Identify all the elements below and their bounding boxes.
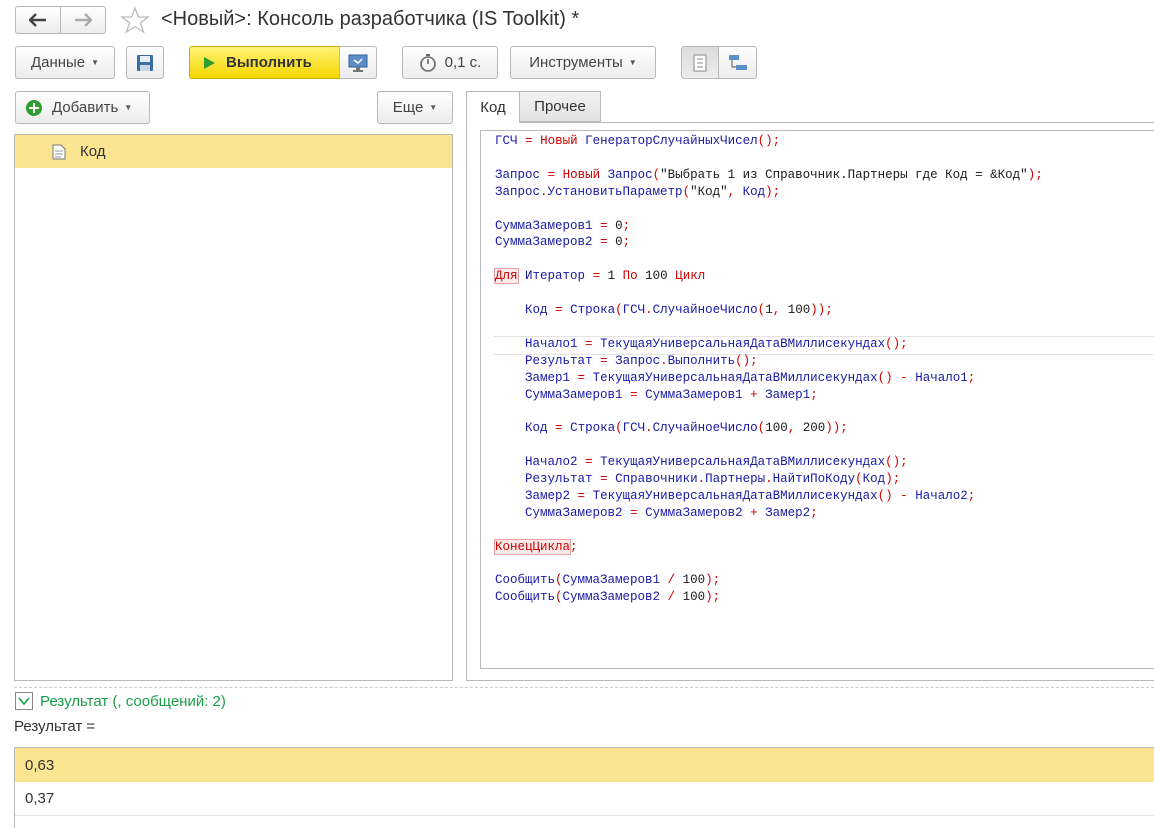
view-structure-button[interactable] bbox=[718, 46, 757, 79]
add-button[interactable]: Добавить ▼ bbox=[15, 91, 150, 124]
code-line: СуммаЗамеров2 = СуммаЗамеров2 + Замер2; bbox=[525, 505, 818, 520]
tab-code[interactable]: Код bbox=[466, 91, 520, 123]
code-line: Сообщить(СуммаЗамеров1 / 100); bbox=[495, 573, 721, 588]
tab-code-label: Код bbox=[480, 99, 506, 116]
tree-item[interactable]: Код bbox=[15, 135, 452, 168]
back-button[interactable] bbox=[15, 6, 61, 34]
tree-view-icon bbox=[693, 54, 707, 71]
tab-other-label: Прочее bbox=[534, 98, 586, 115]
document-icon bbox=[52, 144, 66, 159]
play-icon bbox=[204, 56, 215, 69]
code-line: Код = Строка(ГСЧ.СлучайноеЧисло(100, 200… bbox=[525, 421, 848, 436]
favorite-star-icon[interactable] bbox=[120, 6, 150, 37]
code-line: Начало1 = ТекущаяУниверсальнаяДатаВМилли… bbox=[525, 336, 908, 351]
code-line: Запрос.УстановитьПараметр("Код", Код); bbox=[495, 184, 781, 199]
floppy-disk-icon bbox=[137, 54, 153, 71]
code-line: Начало2 = ТекущаяУниверсальнаяДатаВМилли… bbox=[525, 455, 908, 470]
run-button[interactable]: Выполнить bbox=[189, 46, 341, 79]
chevron-down-icon: ▼ bbox=[124, 103, 133, 112]
table-cell: 0,37 bbox=[25, 790, 55, 807]
result-group-header[interactable]: Результат (, сообщений: 2) bbox=[40, 693, 226, 710]
table-row[interactable]: 0,63 bbox=[15, 748, 1154, 782]
save-button[interactable] bbox=[126, 46, 164, 79]
code-line: Результат = Справочники.Партнеры.НайтиПо… bbox=[525, 472, 901, 486]
table-row[interactable]: 0,37 bbox=[15, 782, 1154, 816]
timer-button[interactable]: 0,1 с. bbox=[402, 46, 498, 79]
code-line: Сообщить(СуммаЗамеров2 / 100); bbox=[495, 590, 721, 605]
code-line: Код = Строка(ГСЧ.СлучайноеЧисло(1, 100))… bbox=[525, 303, 833, 317]
code-line: ГСЧ = Новый ГенераторСлучайныхЧисел(); bbox=[495, 134, 781, 148]
structure-icon bbox=[728, 54, 747, 70]
window-title: <Новый>: Консоль разработчика (IS Toolki… bbox=[161, 8, 580, 30]
result-label: Результат = bbox=[14, 718, 96, 735]
run-on-server-button[interactable] bbox=[339, 46, 377, 79]
tools-menu-label: Инструменты bbox=[529, 54, 623, 71]
code-line: Запрос = Новый Запрос("Выбрать 1 из Спра… bbox=[495, 167, 1043, 182]
code-line: Замер1 = ТекущаяУниверсальнаяДатаВМиллис… bbox=[525, 370, 976, 385]
timer-label: 0,1 с. bbox=[444, 54, 482, 71]
chevron-down-icon bbox=[18, 697, 30, 705]
code-line: КонецЦикла; bbox=[493, 538, 578, 555]
arrow-left-icon bbox=[29, 13, 46, 27]
code-line: Результат = Запрос.Выполнить(); bbox=[525, 353, 758, 368]
chevron-down-icon: ▼ bbox=[91, 58, 100, 67]
add-label: Добавить bbox=[52, 99, 119, 116]
data-menu-label: Данные bbox=[30, 54, 86, 71]
chevron-down-icon: ▼ bbox=[429, 103, 438, 112]
view-tree-button[interactable] bbox=[681, 46, 719, 79]
code-line: Замер2 = ТекущаяУниверсальнаяДатаВМиллис… bbox=[525, 488, 976, 503]
more-label: Еще bbox=[392, 99, 424, 116]
forward-button[interactable] bbox=[60, 6, 106, 34]
chevron-down-icon: ▼ bbox=[628, 58, 637, 67]
code-line: СуммаЗамеров1 = СуммаЗамеров1 + Замер1; bbox=[525, 387, 818, 402]
plus-circle-icon bbox=[26, 99, 42, 116]
monitor-icon bbox=[348, 54, 368, 72]
data-menu-button[interactable]: Данные ▼ bbox=[15, 46, 115, 79]
tree-item-label: Код bbox=[80, 143, 106, 160]
tree-panel: Код bbox=[14, 134, 453, 681]
arrow-right-icon bbox=[75, 13, 92, 27]
tab-other[interactable]: Прочее bbox=[519, 91, 601, 122]
stopwatch-icon bbox=[419, 53, 436, 72]
table-cell: 0,63 bbox=[25, 756, 55, 774]
more-button[interactable]: Еще ▼ bbox=[377, 91, 453, 124]
code-line: Для Итератор = 1 По 100 Цикл bbox=[494, 268, 706, 285]
code-line: СуммаЗамеров1 = 0; bbox=[495, 218, 631, 233]
tools-menu-button[interactable]: Инструменты ▼ bbox=[510, 46, 656, 79]
divider bbox=[14, 687, 1154, 688]
run-label: Выполнить bbox=[226, 54, 312, 71]
collapse-toggle[interactable] bbox=[15, 692, 33, 710]
code-line: СуммаЗамеров2 = 0; bbox=[495, 235, 631, 250]
